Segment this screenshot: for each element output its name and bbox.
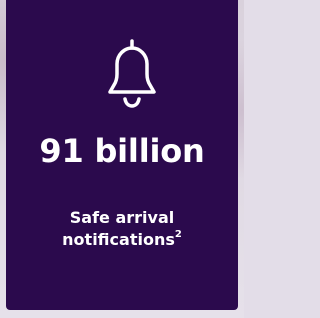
footnote-marker[interactable]: 2 (175, 229, 182, 240)
stat-value: 91 billion (39, 132, 205, 170)
bell-icon (104, 38, 160, 110)
stat-card: 91 billion Safe arrival notifications2 (6, 0, 238, 310)
stat-label-line1: Safe arrival (69, 208, 175, 227)
stat-label: Safe arrival notifications2 (6, 207, 238, 251)
stat-label-line2: notifications (62, 230, 175, 249)
